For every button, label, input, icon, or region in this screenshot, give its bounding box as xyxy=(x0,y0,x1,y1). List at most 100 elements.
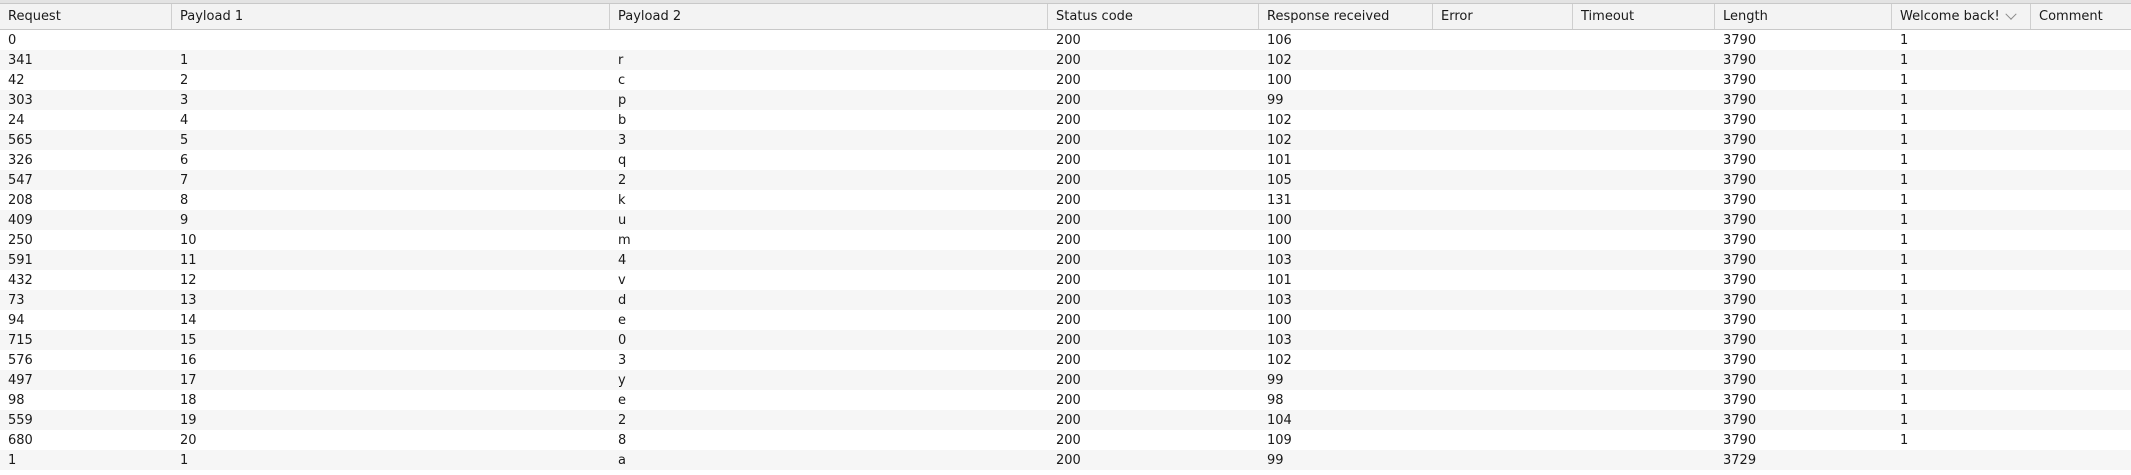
cell-payload-1: 7 xyxy=(180,172,189,188)
cell-comment xyxy=(2031,470,2131,475)
table-row[interactable]: 24 4 b 200 102 3790 1 xyxy=(0,110,2131,130)
cell-payload-1: 20 xyxy=(180,432,197,448)
cell-comment xyxy=(2031,350,2131,370)
cell-welcome-back xyxy=(1892,470,2031,475)
table-row[interactable]: 559 19 2 200 104 3790 1 xyxy=(0,410,2131,430)
table-row[interactable]: 326 6 q 200 101 3790 1 xyxy=(0,150,2131,170)
cell-welcome-back: 1 xyxy=(1900,352,1909,368)
column-header-label: Welcome back! xyxy=(1900,9,2000,24)
table-row[interactable]: 432 12 v 200 101 3790 1 xyxy=(0,270,2131,290)
cell-error xyxy=(1433,310,1573,330)
cell-welcome-back: 1 xyxy=(1900,152,1909,168)
cell-length: 3790 xyxy=(1723,172,1757,188)
cell-welcome-back: 1 xyxy=(1900,192,1909,208)
cell-payload-1: 15 xyxy=(180,332,197,348)
cell-response-received: 103 xyxy=(1267,252,1292,268)
column-header-timeout[interactable]: Timeout xyxy=(1573,4,1715,29)
cell-comment xyxy=(2031,230,2131,250)
cell-comment xyxy=(2031,170,2131,190)
table-row[interactable]: 73 13 d 200 103 3790 1 xyxy=(0,290,2131,310)
cell-timeout xyxy=(1573,350,1715,370)
cell-payload-1: 9 xyxy=(180,212,189,228)
cell-error xyxy=(1433,190,1573,210)
table-row[interactable]: 0 200 106 3790 1 xyxy=(0,30,2131,50)
cell-length: 3790 xyxy=(1723,372,1757,388)
cell-response-received: 101 xyxy=(1267,272,1292,288)
cell-timeout xyxy=(1573,30,1715,50)
column-header-request[interactable]: Request xyxy=(0,4,172,29)
table-row[interactable]: 576 16 3 200 102 3790 1 xyxy=(0,350,2131,370)
cell-comment xyxy=(2031,450,2131,470)
cell-payload-2: 2 xyxy=(618,172,627,188)
cell-length: 3729 xyxy=(1723,452,1757,468)
table-row[interactable]: 591 11 4 200 103 3790 1 xyxy=(0,250,2131,270)
table-row[interactable]: 42 2 c 200 100 3790 1 xyxy=(0,70,2131,90)
table-row[interactable]: 547 7 2 200 105 3790 1 xyxy=(0,170,2131,190)
table-row[interactable]: 409 9 u 200 100 3790 1 xyxy=(0,210,2131,230)
cell-error xyxy=(1433,330,1573,350)
cell-comment xyxy=(2031,390,2131,410)
cell-request: 547 xyxy=(8,172,33,188)
cell-payload-2: p xyxy=(618,92,627,108)
cell-error xyxy=(1433,430,1573,450)
table-row[interactable]: 341 1 r 200 102 3790 1 xyxy=(0,50,2131,70)
cell-request: 303 xyxy=(8,92,33,108)
chevron-down-icon[interactable] xyxy=(2005,8,2017,20)
cell-welcome-back: 1 xyxy=(1900,332,1909,348)
column-header-payload-1[interactable]: Payload 1 xyxy=(172,4,610,29)
column-header-response-received[interactable]: Response received xyxy=(1259,4,1433,29)
cell-payload-1: 16 xyxy=(180,352,197,368)
column-header-welcome-back[interactable]: Welcome back! xyxy=(1892,4,2031,29)
table-row[interactable]: 250 10 m 200 100 3790 1 xyxy=(0,230,2131,250)
cell-payload-1: 2 xyxy=(180,72,189,88)
cell-request: 42 xyxy=(8,72,25,88)
column-header-payload-2[interactable]: Payload 2 xyxy=(610,4,1048,29)
cell-timeout xyxy=(1573,230,1715,250)
cell-error xyxy=(1433,390,1573,410)
cell-timeout xyxy=(1573,210,1715,230)
table-row[interactable]: 94 14 e 200 100 3790 1 xyxy=(0,310,2131,330)
cell-request: 341 xyxy=(8,52,33,68)
cell-payload-2: d xyxy=(618,292,627,308)
cell-error xyxy=(1433,50,1573,70)
cell-response-received: 105 xyxy=(1267,172,1292,188)
cell-payload-2: a xyxy=(618,452,626,468)
table-row[interactable]: 565 5 3 200 102 3790 1 xyxy=(0,130,2131,150)
table-row[interactable]: 1 1 a 200 99 3729 xyxy=(0,450,2131,470)
table-row[interactable]: 98 18 e 200 98 3790 1 xyxy=(0,390,2131,410)
cell-request: 559 xyxy=(8,412,33,428)
cell-payload-2: r xyxy=(618,52,624,68)
table-row[interactable]: 208 8 k 200 131 3790 1 xyxy=(0,190,2131,210)
cell-response-received: 102 xyxy=(1267,352,1292,368)
cell-payload-2: m xyxy=(618,232,631,248)
cell-payload-2: e xyxy=(618,392,626,408)
cell-comment xyxy=(2031,50,2131,70)
cell-payload-1: 13 xyxy=(180,292,197,308)
column-header-comment[interactable]: Comment xyxy=(2031,4,2131,29)
cell-response-received: 99 xyxy=(1267,372,1284,388)
cell-response-received: 106 xyxy=(1267,32,1292,48)
cell-comment xyxy=(2031,410,2131,430)
cell-timeout xyxy=(1573,270,1715,290)
table-row[interactable]: 303 3 p 200 99 3790 1 xyxy=(0,90,2131,110)
cell-length: 3790 xyxy=(1723,232,1757,248)
table-row[interactable]: 680 20 8 200 109 3790 1 xyxy=(0,430,2131,450)
cell-timeout xyxy=(1573,290,1715,310)
cell-payload-2: k xyxy=(618,192,626,208)
cell-welcome-back: 1 xyxy=(1900,292,1909,308)
cell-status-code xyxy=(1048,470,1259,475)
cell-request: 497 xyxy=(8,372,33,388)
table-row[interactable]: 715 15 0 200 103 3790 1 xyxy=(0,330,2131,350)
cell-length: 3790 xyxy=(1723,412,1757,428)
column-header-error[interactable]: Error xyxy=(1433,4,1573,29)
cell-comment xyxy=(2031,370,2131,390)
table-row[interactable]: 497 17 y 200 99 3790 1 xyxy=(0,370,2131,390)
column-header-status-code[interactable]: Status code xyxy=(1048,4,1259,29)
cell-payload-2: 4 xyxy=(618,252,627,268)
cell-status-code: 200 xyxy=(1056,232,1081,248)
cell-timeout xyxy=(1573,330,1715,350)
column-header-length[interactable]: Length xyxy=(1715,4,1892,29)
cell-payload-1: 1 xyxy=(180,52,189,68)
table-row[interactable] xyxy=(0,470,2131,475)
results-table[interactable]: Request Payload 1 Payload 2 Status code … xyxy=(0,3,2131,475)
